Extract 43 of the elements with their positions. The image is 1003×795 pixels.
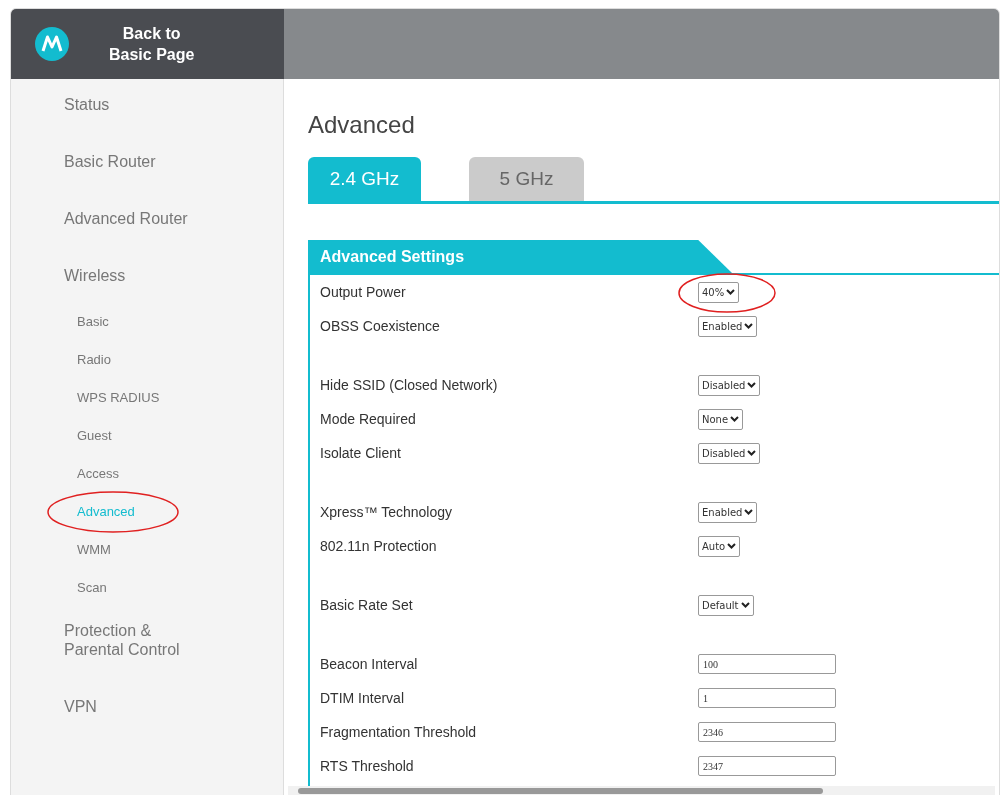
dropdown[interactable]: Auto (698, 535, 741, 557)
dropdown[interactable]: Disabled (698, 374, 761, 396)
input-field[interactable]: 2346 (698, 722, 836, 743)
dropdown[interactable]: Default (698, 594, 754, 616)
setting-label: Xpress™ Technology (320, 504, 454, 520)
sidebar-item[interactable]: Basic Router (64, 152, 156, 171)
input-field[interactable]: 2347 (698, 756, 836, 777)
setting-label: OBSS Coexistence (320, 318, 441, 334)
input-field[interactable]: 100 (698, 654, 836, 675)
sidebar-item[interactable]: Advanced (77, 503, 135, 521)
sidebar-item[interactable]: Scan (77, 579, 107, 597)
section-header: Advanced Settings (310, 240, 732, 273)
setting-label: Fragmentation Threshold (320, 724, 478, 740)
sidebar-item[interactable]: Protection & Parental Control (64, 621, 180, 659)
sidebar-item[interactable]: Wireless (64, 266, 126, 285)
sidebar-item[interactable]: Guest (77, 427, 112, 445)
setting-label: Basic Rate Set (320, 597, 414, 613)
setting-label: 802.11n Protection (320, 538, 438, 554)
input-field[interactable]: 1 (698, 688, 836, 709)
dropdown[interactable]: None (698, 408, 744, 430)
sidebar-item[interactable]: Access (77, 465, 119, 483)
sidebar-item[interactable]: Radio (77, 351, 111, 369)
sidebar-item[interactable]: WPS RADIUS (77, 389, 160, 407)
sidebar-item[interactable]: Status (64, 95, 110, 114)
setting-label: Output Power (320, 284, 407, 300)
setting-label: Beacon Interval (320, 656, 419, 672)
back-link[interactable]: Back to Basic Page (109, 23, 195, 65)
setting-label: RTS Threshold (320, 758, 415, 774)
setting-label: Mode Required (320, 411, 417, 427)
dropdown[interactable]: 40% (698, 281, 740, 303)
sidebar-item[interactable]: WMM (77, 541, 111, 559)
setting-label: DTIM Interval (320, 690, 405, 706)
sidebar-item[interactable]: Basic (77, 313, 109, 331)
tab[interactable]: 2.4 GHz (308, 157, 421, 201)
sidebar-item[interactable]: VPN (64, 697, 97, 716)
tab[interactable]: 5 GHz (469, 157, 584, 201)
dropdown[interactable]: Enabled (698, 315, 758, 337)
dropdown[interactable]: Disabled (698, 442, 761, 464)
setting-label: Hide SSID (Closed Network) (320, 377, 499, 393)
page-title: Advanced (308, 111, 416, 139)
sidebar-item[interactable]: Advanced Router (64, 209, 188, 228)
setting-label: Isolate Client (320, 445, 402, 461)
dropdown[interactable]: Enabled (698, 501, 758, 523)
